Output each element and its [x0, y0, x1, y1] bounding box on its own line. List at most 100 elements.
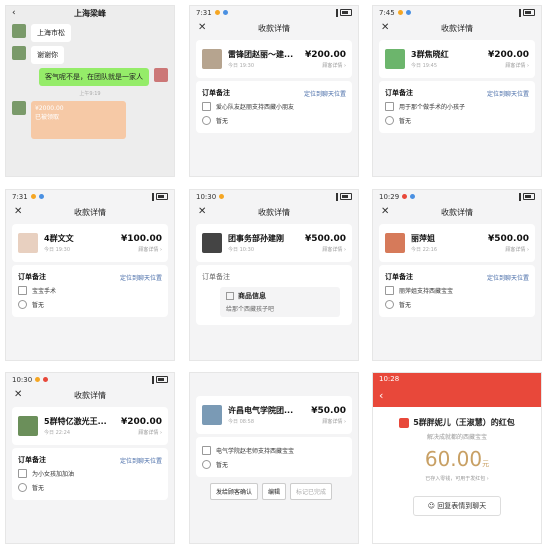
red-packet-panel: 10:28 ‹ 5群胖妮儿（王淑慧）的红包 解决成就都的西藏宝宝 60.00元 … [372, 372, 542, 544]
note-card: 订单备注 商品信息 给那个西藏孩子吧 [196, 265, 352, 325]
note-heading: 订单备注 [202, 89, 230, 97]
payer-row[interactable]: 雷锋团赵丽～建... 今日 19:30 ¥200.00 顾客详情 › [202, 46, 346, 72]
close-icon[interactable]: ✕ [381, 206, 389, 217]
note-icon [202, 445, 211, 455]
locate-chat-link[interactable]: 定位到聊天位置 [120, 456, 162, 465]
payment-card: 雷锋团赵丽～建... 今日 19:30 ¥200.00 顾客详情 › [196, 40, 352, 78]
payer-name: 5群特亿激光王... [44, 417, 107, 426]
payment-detail-panel: 许昌电气学院团... 今日 08:58 ¥50.00 顾客详情 › 电气学院赵老师支… [189, 372, 359, 544]
page-title: 收款详情 [258, 23, 290, 33]
payer-name: 雷锋团赵丽～建... [228, 50, 294, 59]
page-title: 收款详情 [74, 390, 106, 400]
status-icons [152, 375, 168, 384]
mark-done-button[interactable]: 标记已完成 [290, 483, 333, 500]
close-icon[interactable]: ✕ [198, 206, 206, 217]
notification-icon [38, 194, 44, 199]
message-bubble[interactable]: 上海市松 [31, 24, 71, 42]
nav-bar: ✕ 收款详情 [190, 203, 358, 221]
clock-icon [18, 299, 27, 309]
payer-row[interactable]: 丽萍姐 今日 22:16 ¥500.00 顾客详情 › [385, 230, 529, 256]
status-icons [152, 192, 168, 201]
payment-detail-panel: 10:30 ✕ 收款详情 团事务部孙建刚 今日 10:30 ¥500.00 顾客详情 … [189, 189, 359, 361]
message-text: 上海市松 [37, 29, 65, 37]
payer-info: 丽萍姐 今日 22:16 [411, 233, 488, 253]
close-icon[interactable]: ✕ [14, 389, 22, 400]
payer-row[interactable]: 许昌电气学院团... 今日 08:58 ¥50.00 顾客详情 › [202, 402, 346, 428]
status-icons [336, 192, 352, 201]
red-packet-title-text: 5群胖妮儿（王淑慧）的红包 [413, 418, 515, 427]
payer-row[interactable]: 4群文文 今日 19:30 ¥100.00 顾客详情 › [18, 230, 162, 256]
note-card: 订单备注 定位到聊天位置 宝宝手术 暂无 [12, 265, 168, 317]
nav-bar: ✕ 收款详情 [6, 203, 174, 221]
customer-detail-link[interactable]: 顾客详情 › [121, 429, 162, 436]
back-icon[interactable]: ‹ [12, 8, 16, 18]
message-text: 客气呢不是，在团队就是一家人 [45, 73, 143, 81]
product-subtitle: 给那个西藏孩子吧 [226, 306, 275, 313]
nav-bar: ✕ 收款详情 [373, 203, 541, 221]
screenshot-collage: ‹ 上海梁峰 上海市松 谢谢你 客气呢不是，在团队就是一家人 上午9:19 ¥2… [0, 0, 550, 550]
amount-block: ¥200.00 顾客详情 › [121, 417, 162, 436]
back-icon[interactable]: ‹ [379, 389, 383, 402]
amount-block: ¥200.00 顾客详情 › [488, 50, 529, 69]
locate-chat-link[interactable]: 定位到聊天位置 [120, 273, 162, 282]
payment-date: 今日 08:58 [228, 419, 254, 425]
message-text: 谢谢你 [37, 51, 58, 59]
customer-detail-link[interactable]: 顾客详情 › [121, 246, 162, 253]
locate-chat-link[interactable]: 定位到聊天位置 [304, 89, 346, 98]
status-icons [519, 192, 535, 201]
page-title: 收款详情 [258, 207, 290, 217]
smile-icon: ☺ [427, 502, 436, 510]
none-text: 暂无 [399, 301, 412, 309]
wallet-note-link[interactable]: 已存入零钱，可用于发红包 › [373, 475, 541, 482]
avatar [18, 416, 38, 436]
close-icon[interactable]: ✕ [198, 22, 206, 33]
customer-detail-link[interactable]: 顾客详情 › [488, 246, 529, 253]
close-icon[interactable]: ✕ [14, 206, 22, 217]
payer-row[interactable]: 5群特亿激光王... 今日 22:24 ¥200.00 顾客详情 › [18, 413, 162, 439]
customer-detail-link[interactable]: 顾客详情 › [305, 246, 346, 253]
note-icon [385, 101, 394, 111]
customer-detail-link[interactable]: 顾客详情 › [311, 418, 346, 425]
note-line: 暂无 [18, 480, 162, 494]
bag-icon [226, 292, 234, 300]
note-heading: 订单备注 [202, 273, 230, 281]
message-bubble[interactable]: 客气呢不是，在团队就是一家人 [39, 68, 149, 86]
send-confirm-button[interactable]: 发给顾客确认 [210, 483, 259, 500]
notification-icon [405, 10, 411, 15]
customer-detail-link[interactable]: 顾客详情 › [488, 62, 529, 69]
note-header: 订单备注 定位到聊天位置 [385, 87, 529, 99]
status-bar: 10:29 [373, 190, 541, 203]
customer-detail-link[interactable]: 顾客详情 › [305, 62, 346, 69]
amount-value: 60.00 [424, 447, 483, 471]
avatar[interactable] [12, 24, 26, 38]
status-bar: 7:45 [373, 6, 541, 19]
locate-chat-link[interactable]: 定位到聊天位置 [487, 89, 529, 98]
avatar[interactable] [12, 101, 26, 115]
payer-row[interactable]: 团事务部孙建刚 今日 10:30 ¥500.00 顾客详情 › [202, 230, 346, 256]
avatar[interactable] [12, 46, 26, 60]
red-packet-label: 已被领取 [35, 114, 60, 121]
timestamp: 上午9:19 [79, 91, 101, 97]
message-row: 客气呢不是，在团队就是一家人 [12, 68, 168, 86]
close-icon[interactable]: ✕ [381, 22, 389, 33]
action-buttons: 发给顾客确认 编辑 标记已完成 [210, 483, 352, 500]
edit-button[interactable]: 编辑 [262, 483, 287, 500]
chat-header: ‹ 上海梁峰 [6, 6, 174, 20]
notification-icon [35, 377, 41, 382]
red-packet-header: 10:28 ‹ [373, 373, 541, 407]
red-packet-bubble[interactable]: ¥2000.00 已被领取 [31, 101, 126, 139]
amount: ¥200.00 [305, 49, 346, 60]
payer-name: 4群文文 [44, 234, 74, 243]
clock-icon [202, 115, 211, 125]
locate-chat-link[interactable]: 定位到聊天位置 [487, 273, 529, 282]
payer-row[interactable]: 3群焦晓红 今日 19:45 ¥200.00 顾客详情 › [385, 46, 529, 72]
note-card: 订单备注 定位到聊天位置 用于那个做手术的小孩子 暂无 [379, 81, 535, 133]
message-bubble[interactable]: 谢谢你 [31, 46, 64, 64]
note-icon [202, 101, 211, 111]
reply-sticker-button[interactable]: ☺ 回复表情到聊天 [412, 496, 502, 516]
avatar[interactable] [154, 68, 168, 82]
payment-card: 团事务部孙建刚 今日 10:30 ¥500.00 顾客详情 › [196, 224, 352, 262]
none-text: 暂无 [216, 117, 229, 125]
amount: ¥200.00 [121, 416, 162, 427]
clock-icon [385, 115, 394, 125]
